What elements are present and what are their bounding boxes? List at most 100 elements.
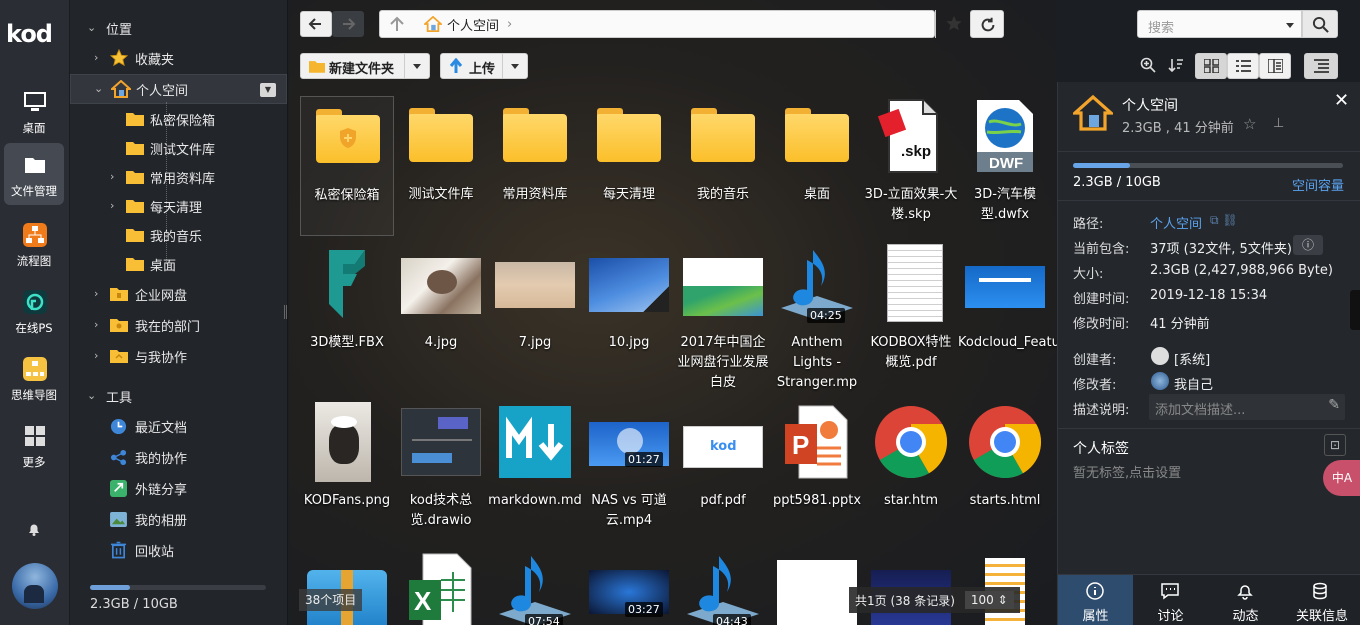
app-file-manager[interactable]: 文件管理 [4,143,64,205]
file-item[interactable]: markdown.md [488,402,582,542]
tool-album[interactable]: 我的相册 [70,504,287,534]
copy-icon[interactable]: ⧉ ⛓ [1210,213,1238,228]
file-item[interactable]: 测试文件库 [394,96,488,236]
file-item[interactable]: KODFans.png [300,402,394,542]
file-item[interactable]: 私密保险箱 [300,96,394,236]
file-item[interactable] [300,550,394,625]
tab-discussion[interactable]: 讨论 [1133,575,1208,625]
chevron-down-icon[interactable] [1286,23,1294,28]
tag-add-icon[interactable]: ⊡ [1324,434,1346,456]
tree-label: 常用资料库 [150,171,216,187]
tree-item-desktop[interactable]: 桌面 [70,249,287,279]
tab-properties[interactable]: 属性 [1058,575,1133,625]
tree-item-collab[interactable]: › 与我协作 [70,341,287,371]
sort-icon[interactable] [1168,57,1184,73]
file-item[interactable]: KODBOX特性概览.pdf [864,244,958,384]
close-icon[interactable]: ✕ [1334,90,1349,111]
file-thumbnail [307,550,387,625]
section-location[interactable]: ⌄ 位置 [70,13,287,43]
dropdown-button[interactable]: ▼ [260,83,276,97]
upload-button[interactable]: 上传 [440,53,528,79]
file-item[interactable]: star.htm [864,402,958,542]
tree-item-personal-space[interactable]: ⌄ 个人空间 ▼ [70,74,287,104]
resize-handle[interactable] [284,305,287,319]
back-button[interactable] [300,11,332,37]
monitor-icon [24,92,46,111]
tags-empty[interactable]: 暂无标签,点击设置 [1073,462,1181,481]
view-list-button[interactable] [1227,53,1259,79]
new-folder-button[interactable]: 新建文件夹 [300,53,430,79]
file-item[interactable]: .skp 3D-立面效果-大楼.skp [864,96,958,236]
tool-collab[interactable]: 我的协作 [70,442,287,472]
breadcrumb[interactable]: 个人空间 › [414,11,522,37]
tool-link-share[interactable]: 外链分享 [70,473,287,503]
capacity-link[interactable]: 空间容量 [1292,175,1344,194]
file-item[interactable]: 3D模型.FBX [300,244,394,384]
address-bar[interactable]: 个人空间 › [379,10,962,38]
view-icon-button[interactable] [1195,53,1227,79]
scroll-handle[interactable] [1350,290,1360,330]
app-more[interactable]: 更多 [4,414,64,476]
file-item[interactable]: 我的音乐 [676,96,770,236]
favorite-button[interactable] [935,10,971,38]
file-item[interactable]: 桌面 [770,96,864,236]
toggle-panel-button[interactable] [1304,53,1338,79]
tree-item-common-lib[interactable]: › 常用资料库 [70,162,287,192]
search-button[interactable] [1302,10,1338,38]
app-flowchart[interactable]: 流程图 [4,213,64,275]
file-item[interactable]: 07:54 [488,550,582,625]
file-item[interactable]: 04:43 [676,550,770,625]
file-item[interactable]: 03:27 [582,550,676,625]
description-input[interactable]: 添加文档描述... ✎ [1149,394,1345,420]
refresh-button[interactable] [970,10,1004,38]
chevron-down-icon[interactable] [413,64,421,69]
tab-related[interactable]: 关联信息 [1283,575,1360,625]
tree-item-test-lib[interactable]: 测试文件库 [70,133,287,163]
file-item[interactable]: 每天清理 [582,96,676,236]
section-tools[interactable]: ⌄ 工具 [70,381,287,411]
tree-item-vault[interactable]: 私密保险箱 [70,104,287,134]
tree-item-daily-clean[interactable]: › 每天清理 [70,191,287,221]
arrow-up-icon[interactable] [386,15,408,33]
file-item[interactable]: 04:25 Anthem Lights - Stranger.mp [770,244,864,390]
input-method-float[interactable]: 中A [1323,460,1360,496]
user-avatar[interactable] [12,563,58,609]
file-name: ppt5981.pptx [772,493,862,508]
file-item[interactable]: starts.html [958,402,1052,542]
tree-item-my-department[interactable]: › 我在的部门 [70,310,287,340]
info-icon[interactable]: ⓘ [1293,235,1323,255]
tree-item-favorites[interactable]: › 收藏夹 [70,43,287,73]
file-item[interactable]: 常用资料库 [488,96,582,236]
tab-activity[interactable]: 动态 [1208,575,1283,625]
app-mindmap[interactable]: 思维导图 [4,347,64,409]
search-input[interactable]: 搜索 [1137,10,1302,38]
file-item[interactable]: 10.jpg [582,244,676,384]
file-item[interactable]: 01:27 NAS vs 可道云.mp4 [582,402,676,542]
file-item[interactable]: 4.jpg [394,244,488,384]
tree-label: 测试文件库 [150,142,216,158]
file-item[interactable]: Pppt5981.pptx [770,402,864,542]
file-item[interactable]: Kodcloud_FeaturesOverview_en.pdf [958,244,1189,384]
zoom-icon[interactable] [1140,57,1156,73]
file-item[interactable]: kod技术总览.drawio [394,402,488,542]
app-label: 在线PS [15,321,53,335]
file-item[interactable]: DWF 3D-汽车模型.dwfx [958,96,1052,236]
tree-item-enterprise-disk[interactable]: › 企业网盘 [70,279,287,309]
app-online-ps[interactable]: 在线PS [4,280,64,342]
pin-icon[interactable]: ⊥ [1273,116,1284,131]
tree-item-my-music[interactable]: 我的音乐 [70,220,287,250]
file-item[interactable]: kod pdf.pdf [676,402,770,542]
tool-recent[interactable]: 最近文档 [70,411,287,441]
path-link[interactable]: 个人空间 [1150,213,1202,232]
forward-button[interactable] [332,11,364,37]
star-outline-icon[interactable]: ☆ [1243,115,1256,133]
view-split-button[interactable] [1259,53,1291,79]
file-item[interactable]: X [394,550,488,625]
file-item[interactable]: 7.jpg [488,244,582,384]
file-item[interactable]: 2017年中国企业网盘行业发展白皮 [676,244,770,390]
bell-icon[interactable] [26,521,42,537]
chevron-down-icon[interactable] [511,64,519,69]
per-page-select[interactable]: 100 ⇕ [964,591,1014,609]
app-desktop[interactable]: 桌面 [4,80,64,142]
tool-recycle-bin[interactable]: 回收站 [70,535,287,565]
